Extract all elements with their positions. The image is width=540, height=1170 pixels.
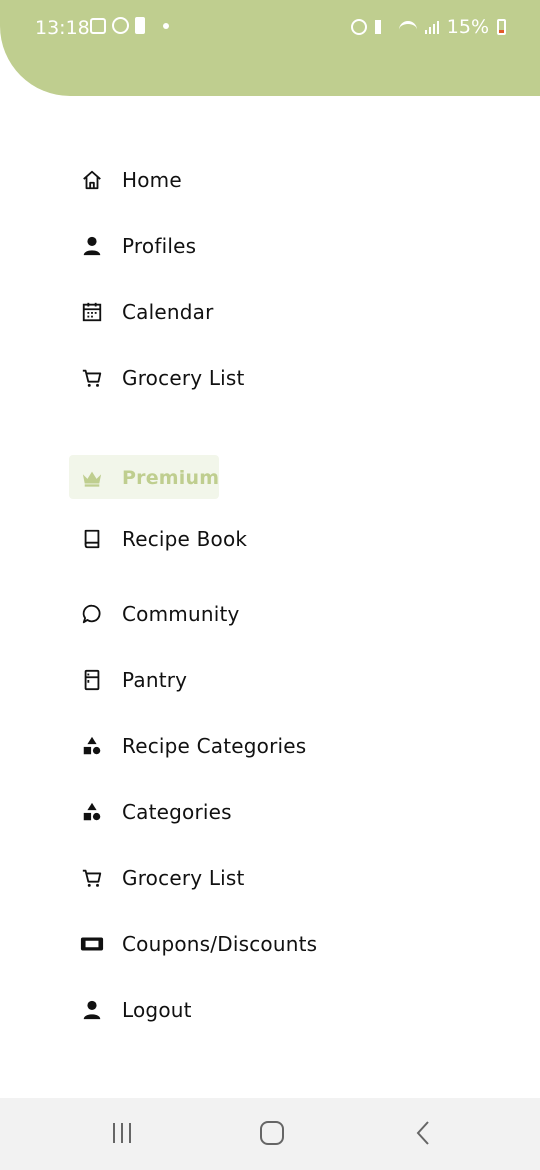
menu-item-grocery-list[interactable]: Grocery List: [80, 358, 245, 398]
menu-item-grocery-list-2[interactable]: Grocery List: [80, 858, 245, 898]
menu-item-recipe-categories[interactable]: Recipe Categories: [80, 726, 306, 766]
cart-icon: [80, 366, 104, 390]
system-nav-bar: [0, 1098, 540, 1170]
menu-item-pantry[interactable]: Pantry: [80, 660, 187, 700]
chat-bubble-icon: [80, 602, 104, 626]
crown-icon: [80, 466, 104, 490]
book-icon: [80, 527, 104, 551]
battery-alert-icon: [135, 17, 145, 34]
menu-item-label: Pantry: [122, 668, 188, 692]
alarm-icon: [350, 19, 367, 35]
more-dot-icon: [163, 22, 169, 29]
cart-icon: [80, 866, 104, 890]
menu-item-logout[interactable]: Logout: [80, 990, 192, 1030]
home-button[interactable]: [252, 1118, 292, 1148]
whatsapp-icon: [112, 17, 129, 34]
status-time: 13:18: [35, 17, 90, 39]
premium-label-row: Premium: [80, 458, 219, 498]
menu-item-label: Categories: [122, 800, 232, 824]
ticket-icon: [80, 932, 104, 956]
person-icon: [80, 234, 104, 258]
fridge-icon: [80, 668, 104, 692]
menu-item-label: Grocery List: [122, 366, 245, 390]
recent-apps-button[interactable]: [102, 1118, 142, 1148]
menu-item-label: Profiles: [122, 234, 197, 258]
menu-item-community[interactable]: Community: [80, 594, 240, 634]
gallery-icon: [90, 17, 106, 34]
menu-item-label: Logout: [122, 998, 192, 1022]
menu-item-label: Recipe Book: [122, 527, 248, 551]
menu-item-label: Home: [122, 168, 182, 192]
system-icons: 15%: [350, 16, 506, 38]
signal-icon: [424, 20, 439, 34]
menu-item-label: Grocery List: [122, 866, 245, 890]
menu-item-profiles[interactable]: Profiles: [80, 226, 196, 266]
shapes-icon: [80, 734, 104, 758]
menu-item-categories[interactable]: Categories: [80, 792, 232, 832]
shapes-icon: [80, 800, 104, 824]
back-button[interactable]: [404, 1118, 444, 1148]
menu-item-calendar[interactable]: Calendar: [80, 292, 214, 332]
calendar-icon: [80, 300, 104, 324]
menu-item-label: Calendar: [122, 300, 214, 324]
menu-item-recipe-book[interactable]: Recipe Book: [80, 519, 247, 559]
menu-item-label: Coupons/Discounts: [122, 932, 318, 956]
menu-item-label: Recipe Categories: [122, 734, 307, 758]
menu-item-label: Community: [122, 602, 240, 626]
notification-icons: [90, 17, 169, 34]
app-screen: 13:18 15% Home Profiles Calendar Grocery…: [0, 0, 540, 1170]
header-bar: 13:18 15%: [0, 0, 540, 96]
menu-item-home[interactable]: Home: [80, 160, 182, 200]
battery-percent: 15%: [446, 16, 489, 38]
battery-icon: [497, 19, 506, 35]
menu-item-coupons[interactable]: Coupons/Discounts: [80, 924, 317, 964]
home-icon: [80, 168, 104, 192]
premium-label: Premium: [122, 467, 220, 489]
mute-icon: [374, 20, 391, 34]
wifi-icon: [398, 21, 417, 33]
person-icon: [80, 998, 104, 1022]
